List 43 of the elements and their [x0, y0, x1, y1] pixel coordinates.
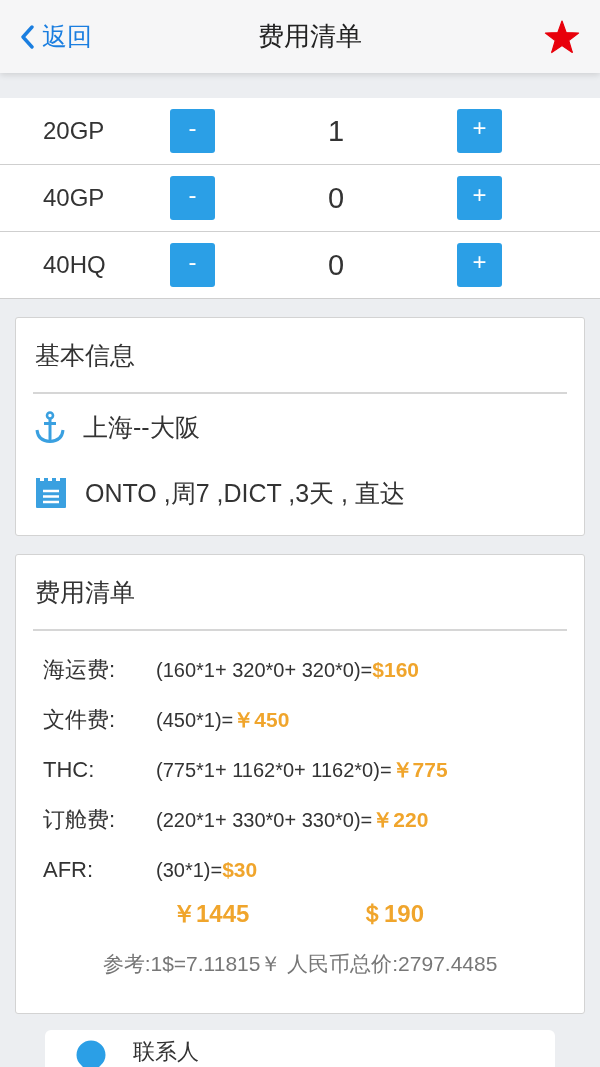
decrease-button[interactable]: -	[170, 109, 215, 153]
increase-button[interactable]: +	[457, 109, 502, 153]
fee-label: AFR:	[43, 857, 95, 883]
page-title: 费用清单	[257, 20, 363, 53]
fee-amount: ￥775	[391, 757, 448, 783]
exchange-rate-note: 参考:1$=7.11815￥ 人民币总价:2797.4485	[102, 951, 498, 977]
decrease-button[interactable]: -	[170, 243, 215, 287]
chevron-left-icon	[20, 24, 34, 49]
calendar-icon	[35, 477, 67, 509]
fee-label: 海运费:	[43, 656, 117, 684]
fee-formula: (160*1+ 320*0+ 320*0)=	[156, 658, 373, 682]
increase-button[interactable]: +	[457, 243, 502, 287]
schedule-text: ONTO ,周7 ,DICT ,3天 , 直达	[85, 477, 405, 509]
back-button[interactable]: 返回	[20, 20, 92, 53]
fee-amount: ￥450	[233, 707, 290, 733]
container-type-label: 40GP	[43, 184, 106, 212]
contact-label: 联系人	[133, 1038, 199, 1066]
fee-amount: ￥220	[372, 807, 429, 833]
quantity-value: 1	[326, 114, 346, 148]
quantity-value: 0	[326, 248, 346, 282]
star-icon[interactable]	[544, 19, 580, 54]
fee-formula: (30*1)=	[156, 858, 223, 882]
total-amount: ＄190	[360, 900, 425, 927]
fee-label: THC:	[43, 757, 96, 783]
fee-amount: $30	[222, 858, 258, 882]
fee-formula: (775*1+ 1162*0+ 1162*0)=	[156, 758, 392, 782]
section-title: 基本信息	[35, 339, 135, 371]
container-type-label: 20GP	[43, 117, 106, 145]
total-amount: ￥1445	[172, 900, 250, 927]
increase-button[interactable]: +	[457, 176, 502, 220]
decrease-button[interactable]: -	[170, 176, 215, 220]
fee-label: 订舱费:	[43, 806, 117, 834]
location-pin-icon	[75, 1040, 107, 1067]
container-type-label: 40HQ	[43, 251, 107, 279]
section-title: 费用清单	[35, 576, 135, 608]
fee-label: 文件费:	[43, 706, 117, 734]
fee-formula: (450*1)=	[156, 708, 234, 732]
anchor-icon	[35, 411, 65, 443]
quantity-value: 0	[326, 181, 346, 215]
contact-card[interactable]: 联系人	[45, 1030, 555, 1067]
route-text: 上海--大阪	[83, 411, 200, 443]
fee-formula: (220*1+ 330*0+ 330*0)=	[156, 808, 373, 832]
fee-amount: $160	[372, 658, 420, 682]
